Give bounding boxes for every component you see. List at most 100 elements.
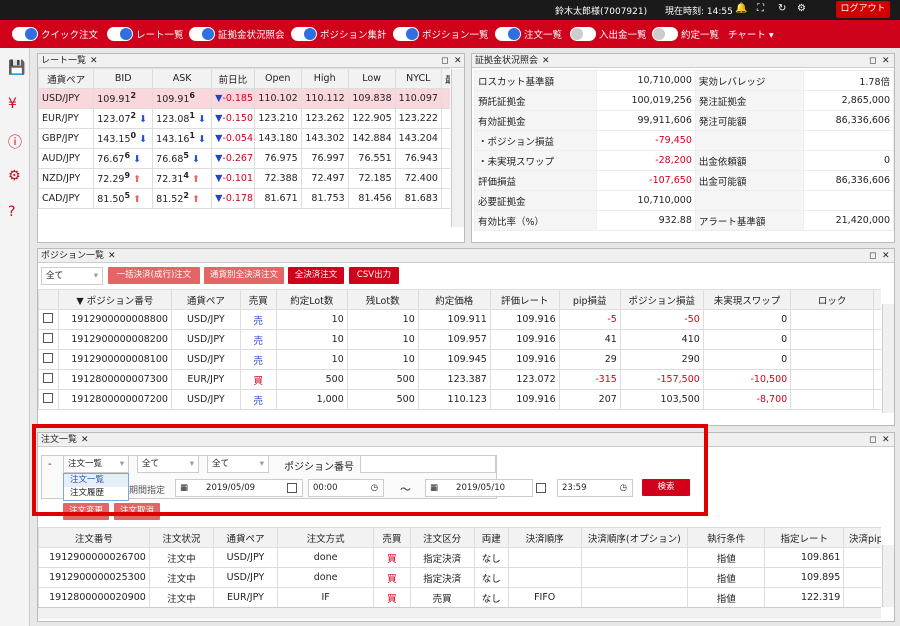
toggle-quick-order[interactable]: クイック注文: [12, 26, 98, 42]
col-header[interactable]: 未実現スワップ: [702, 289, 792, 310]
bid-cell[interactable]: 123.072 ⬇: [93, 108, 154, 129]
table-row[interactable]: 1912900000025300 注文中 USD/JPY done 買指定決済 なし 指値 1…: [38, 567, 881, 588]
window-icon[interactable]: ◻: [869, 433, 876, 447]
close-icon[interactable]: ✕: [882, 54, 890, 68]
col-header[interactable]: 決済順序: [507, 527, 582, 548]
fullscreen-icon[interactable]: ⛶: [757, 3, 764, 14]
settle-by-pair-button[interactable]: 通貨別全決済注文: [204, 267, 284, 284]
col-header[interactable]: 売買: [239, 289, 277, 310]
row-checkbox-cell[interactable]: [38, 369, 59, 390]
table-row[interactable]: 1912900000008200 USD/JPY 売 10 10 109.957 109.9…: [38, 329, 881, 350]
col-header[interactable]: Open: [253, 68, 302, 89]
lock-cell[interactable]: [790, 309, 875, 330]
close-icon[interactable]: ✕: [108, 251, 116, 261]
pair-cell[interactable]: EUR/JPY: [38, 108, 95, 129]
horizontal-scrollbar[interactable]: [38, 607, 881, 619]
pair-cell[interactable]: CAD/JPY: [38, 188, 95, 209]
col-header[interactable]: BID: [93, 68, 154, 89]
close-icon[interactable]: ✕: [542, 56, 550, 66]
table-row[interactable]: CAD/JPY 81.505 ⬆ 81.522 ⬆ ▼ -0.178 81.671 81.…: [38, 188, 450, 209]
window-icon[interactable]: ◻: [869, 54, 876, 68]
col-header[interactable]: 通貨ペア: [38, 68, 95, 89]
pair-cell[interactable]: AUD/JPY: [38, 148, 95, 169]
bell-icon[interactable]: 🔔: [735, 3, 747, 14]
logout-button[interactable]: ログアウト: [836, 1, 890, 18]
csv-export-button[interactable]: CSV出力: [349, 267, 399, 284]
col-header[interactable]: 注文方式: [277, 527, 375, 548]
row-checkbox-cell[interactable]: [38, 389, 59, 410]
close-icon[interactable]: ✕: [90, 56, 98, 66]
col-header[interactable]: ポジション損益: [619, 289, 704, 310]
col-header[interactable]: 売買: [373, 527, 411, 548]
ask-cell[interactable]: 109.916: [152, 88, 213, 109]
table-row[interactable]: USD/JPY 109.912 109.916 ▼ -0.185 110.102 110.…: [38, 88, 450, 109]
help-icon[interactable]: ?: [8, 204, 15, 220]
scrollbar[interactable]: [882, 545, 894, 607]
table-row[interactable]: 1912900000008100 USD/JPY 売 10 10 109.945 109.9…: [38, 349, 881, 370]
chart-menu[interactable]: チャート ▾: [728, 26, 774, 42]
window-icon[interactable]: ◻: [441, 54, 448, 68]
lock-cell[interactable]: [790, 369, 875, 390]
info-icon[interactable]: ⓘ: [8, 132, 22, 152]
window-icon[interactable]: ◻: [869, 249, 876, 263]
col-header[interactable]: 通貨ペア: [170, 289, 241, 310]
lock-cell[interactable]: [790, 329, 875, 350]
col-header[interactable]: 注文番号: [38, 527, 150, 548]
row-checkbox-cell[interactable]: [38, 349, 59, 370]
save-icon[interactable]: 💾: [8, 60, 25, 76]
col-header[interactable]: 注文状況: [148, 527, 214, 548]
col-header[interactable]: 評価レート: [489, 289, 560, 310]
col-header[interactable]: 注文区分: [409, 527, 475, 548]
toggle-execution-list[interactable]: 約定一覧: [652, 26, 719, 42]
col-header[interactable]: NYCL: [394, 68, 442, 89]
position-filter-select[interactable]: 全て ▾: [41, 267, 103, 285]
col-header[interactable]: 決済pip差: [843, 527, 881, 548]
bid-cell[interactable]: 81.505 ⬆: [93, 188, 154, 209]
table-row[interactable]: EUR/JPY 123.072 ⬇ 123.081 ⬇ ▼ -0.150 123.210…: [38, 108, 450, 129]
row-checkbox[interactable]: [43, 333, 54, 343]
row-checkbox-cell[interactable]: [38, 309, 59, 330]
close-icon[interactable]: ✕: [454, 54, 462, 68]
settings-icon[interactable]: ⚙: [8, 168, 21, 184]
bid-cell[interactable]: 72.299 ⬆: [93, 168, 154, 189]
bid-cell[interactable]: 76.676 ⬇: [93, 148, 154, 169]
col-header[interactable]: High: [300, 68, 349, 89]
gear-icon[interactable]: ⚙: [797, 3, 806, 14]
table-row[interactable]: 1912800000007300 EUR/JPY 買 500 500 123.387 123…: [38, 369, 881, 390]
col-header[interactable]: Low: [347, 68, 396, 89]
toggle-order-list[interactable]: 注文一覧: [495, 26, 562, 42]
table-row[interactable]: AUD/JPY 76.676 ⬇ 76.685 ⬇ ▼ -0.267 76.975 76.…: [38, 148, 450, 169]
table-row[interactable]: 1912900000008800 USD/JPY 売 10 10 109.911 109.9…: [38, 309, 881, 330]
row-checkbox[interactable]: [43, 373, 54, 383]
col-header[interactable]: [38, 289, 59, 310]
row-checkbox-cell[interactable]: [38, 329, 59, 350]
ask-cell[interactable]: 76.685 ⬇: [152, 148, 213, 169]
settle-all-button[interactable]: 全決済注文: [288, 267, 344, 284]
yen-icon[interactable]: ¥: [8, 96, 17, 112]
pair-cell[interactable]: NZD/JPY: [38, 168, 95, 189]
dropdown-option[interactable]: 注文一覧: [64, 474, 128, 487]
lock-cell[interactable]: [790, 349, 875, 370]
toggle-rate-list[interactable]: レート一覧: [107, 26, 184, 42]
col-header[interactable]: 両建: [473, 527, 509, 548]
col-header[interactable]: pip損益: [558, 289, 621, 310]
toggle-deposit-list[interactable]: 入出金一覧: [570, 26, 647, 42]
pair-cell[interactable]: GBP/JPY: [38, 128, 95, 149]
scrollbar[interactable]: [451, 69, 464, 227]
close-icon[interactable]: ✕: [882, 249, 890, 263]
table-row[interactable]: GBP/JPY 143.150 ⬇ 143.161 ⬇ ▼ -0.054 143.180…: [38, 128, 450, 149]
row-checkbox[interactable]: [43, 313, 54, 323]
col-header[interactable]: 前日比: [211, 68, 255, 89]
col-header[interactable]: 通貨ペア: [212, 527, 279, 548]
col-header[interactable]: 最終: [440, 68, 450, 89]
col-header[interactable]: ASK: [152, 68, 213, 89]
toggle-position-summary[interactable]: ポジション集計: [291, 26, 387, 42]
scrollbar[interactable]: [882, 304, 894, 413]
col-header[interactable]: ロック: [790, 289, 875, 310]
dropdown-option[interactable]: 注文履歴: [64, 487, 128, 500]
table-row[interactable]: 1912800000007200 USD/JPY 売 1,000 500 110.123 1…: [38, 389, 881, 410]
table-row[interactable]: NZD/JPY 72.299 ⬆ 72.314 ⬆ ▼ -0.101 72.388 72.…: [38, 168, 450, 189]
table-row[interactable]: 1912900000026700 注文中 USD/JPY done 買指定決済 なし 指値 1…: [38, 547, 881, 568]
row-checkbox[interactable]: [43, 393, 54, 403]
col-header[interactable]: 約定Lot数: [275, 289, 348, 310]
